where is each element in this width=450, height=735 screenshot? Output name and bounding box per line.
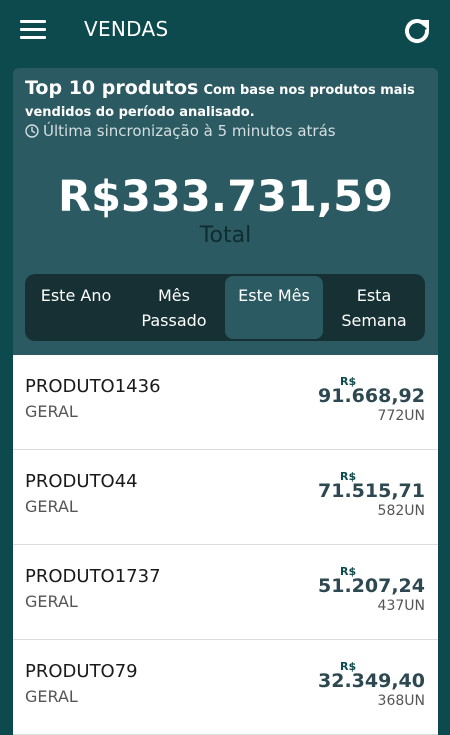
hamburger-menu-icon[interactable]	[20, 20, 46, 40]
summary-title: Top 10 produtos	[25, 77, 199, 99]
list-item[interactable]: PRODUTO79 GERAL R$ 32.349,40 368UN	[13, 640, 438, 735]
period-selector: Este Ano Mês Passado Este Mês Esta Seman…	[25, 274, 425, 341]
product-category: GERAL	[25, 402, 78, 421]
product-units: 368UN	[377, 693, 425, 709]
refresh-icon[interactable]	[401, 15, 433, 47]
product-units: 437UN	[377, 598, 425, 614]
product-name: PRODUTO1436	[25, 376, 161, 397]
sync-status: Última sincronização à 5 minutos atrás	[25, 122, 336, 140]
list-item[interactable]: PRODUTO1737 GERAL R$ 51.207,24 437UN	[13, 545, 438, 640]
product-name: PRODUTO1737	[25, 566, 161, 587]
product-category: GERAL	[25, 687, 78, 706]
sales-summary-card: Top 10 produtos Com base nos produtos ma…	[13, 68, 438, 368]
product-units: 772UN	[377, 408, 425, 424]
sync-text: Última sincronização à 5 minutos atrás	[43, 122, 336, 140]
clock-icon	[25, 124, 39, 138]
product-amount: 32.349,40	[318, 670, 425, 692]
app-bar: VENDAS	[0, 0, 450, 62]
period-this-week[interactable]: Esta Semana	[325, 276, 423, 339]
list-item[interactable]: PRODUTO1436 GERAL R$ 91.668,92 772UN	[13, 355, 438, 450]
product-amount: 51.207,24	[318, 575, 425, 597]
product-category: GERAL	[25, 497, 78, 516]
summary-heading: Top 10 produtos Com base nos produtos ma…	[25, 78, 425, 123]
product-amount: 71.515,71	[318, 480, 425, 502]
product-name: PRODUTO79	[25, 661, 138, 682]
product-list: PRODUTO1436 GERAL R$ 91.668,92 772UN PRO…	[13, 355, 438, 735]
list-item[interactable]: PRODUTO44 GERAL R$ 71.515,71 582UN	[13, 450, 438, 545]
product-units: 582UN	[377, 503, 425, 519]
product-category: GERAL	[25, 592, 78, 611]
product-name: PRODUTO44	[25, 471, 138, 492]
period-this-year[interactable]: Este Ano	[27, 276, 125, 339]
product-amount: 91.668,92	[318, 385, 425, 407]
period-last-month[interactable]: Mês Passado	[125, 276, 223, 339]
period-this-month[interactable]: Este Mês	[225, 276, 323, 339]
total-value: R$333.731,59	[57, 172, 394, 222]
page-title: VENDAS	[84, 17, 169, 41]
total-label: Total	[199, 223, 252, 248]
